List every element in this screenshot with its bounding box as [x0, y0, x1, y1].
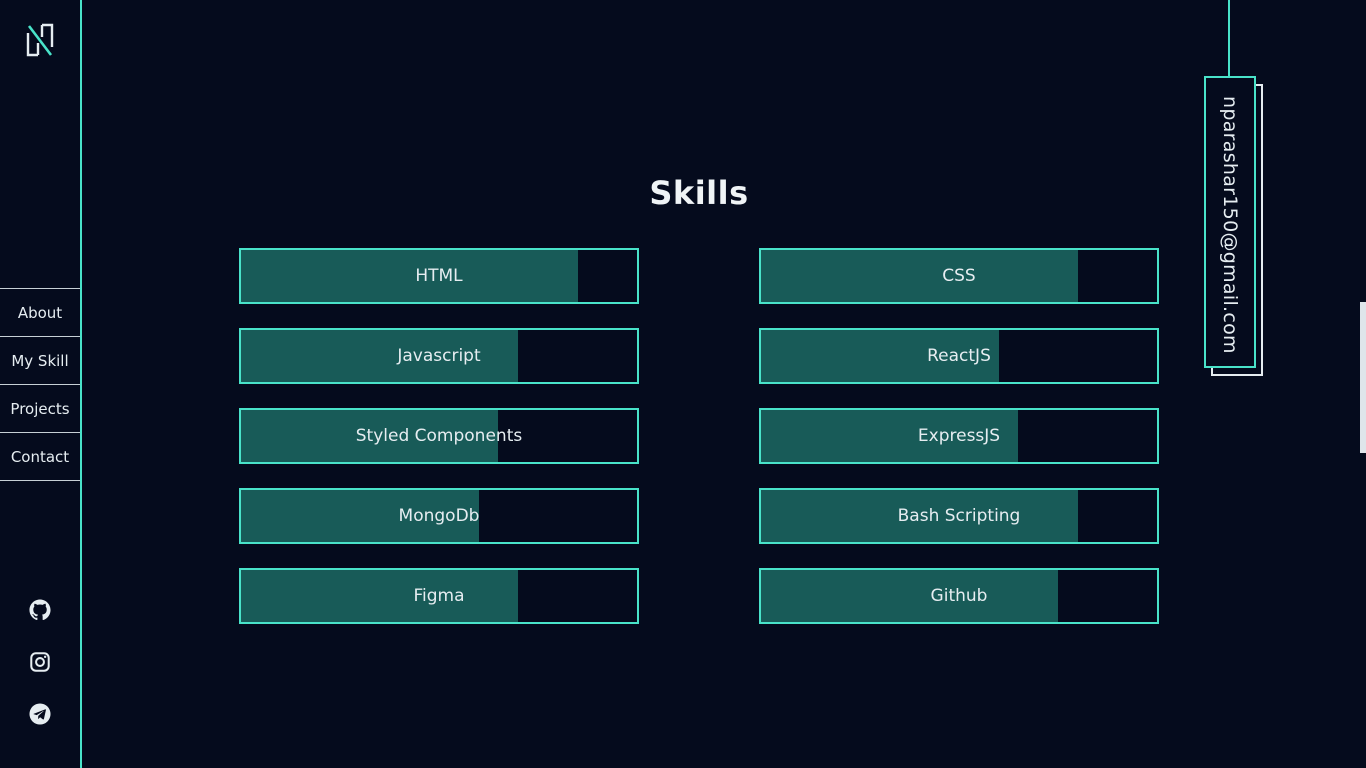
github-icon[interactable] — [29, 599, 51, 621]
skill-label: ExpressJS — [917, 426, 1001, 446]
skill-bar-mongodb: MongoDb — [239, 488, 639, 544]
skill-bar-figma: Figma — [239, 568, 639, 624]
skill-bar-github: Github — [759, 568, 1159, 624]
skill-label: ReactJS — [927, 346, 991, 366]
skill-label: CSS — [942, 266, 976, 286]
email-connector-line — [1228, 0, 1230, 78]
nav-item-about[interactable]: About — [0, 289, 80, 337]
nav-item-my-skill[interactable]: My Skill — [0, 337, 80, 385]
instagram-icon[interactable] — [29, 651, 51, 673]
sidebar: About My Skill Projects Contact — [0, 0, 82, 768]
sidebar-nav: About My Skill Projects Contact — [0, 288, 80, 481]
email-link[interactable]: nparashar150@gmail.com — [1204, 76, 1256, 368]
nav-item-contact[interactable]: Contact — [0, 433, 80, 481]
nav-item-label: About — [17, 303, 63, 322]
skill-bar-styled-components: Styled Components — [239, 408, 639, 464]
skill-label: Javascript — [397, 346, 481, 366]
skill-label: MongoDb — [398, 506, 480, 526]
telegram-icon[interactable] — [29, 703, 51, 725]
logo-icon[interactable] — [26, 23, 54, 57]
scrollbar-thumb[interactable] — [1360, 302, 1366, 453]
skill-label: HTML — [415, 266, 463, 286]
skill-bar-html: HTML — [239, 248, 639, 304]
skill-bar-javascript: Javascript — [239, 328, 639, 384]
skill-bar-bash-scripting: Bash Scripting — [759, 488, 1159, 544]
skill-label: Styled Components — [355, 426, 523, 446]
nav-item-label: Projects — [10, 399, 70, 418]
nav-item-label: Contact — [10, 447, 70, 466]
skill-label: Bash Scripting — [897, 506, 1021, 526]
nav-item-label: My Skill — [11, 351, 69, 370]
nav-item-projects[interactable]: Projects — [0, 385, 80, 433]
page-title: Skills — [649, 174, 749, 212]
skill-bar-expressjs: ExpressJS — [759, 408, 1159, 464]
email-address: nparashar150@gmail.com — [1219, 96, 1241, 354]
skill-bar-css: CSS — [759, 248, 1159, 304]
skill-bar-reactjs: ReactJS — [759, 328, 1159, 384]
skill-label: Github — [930, 586, 988, 606]
skill-label: Figma — [413, 586, 465, 606]
